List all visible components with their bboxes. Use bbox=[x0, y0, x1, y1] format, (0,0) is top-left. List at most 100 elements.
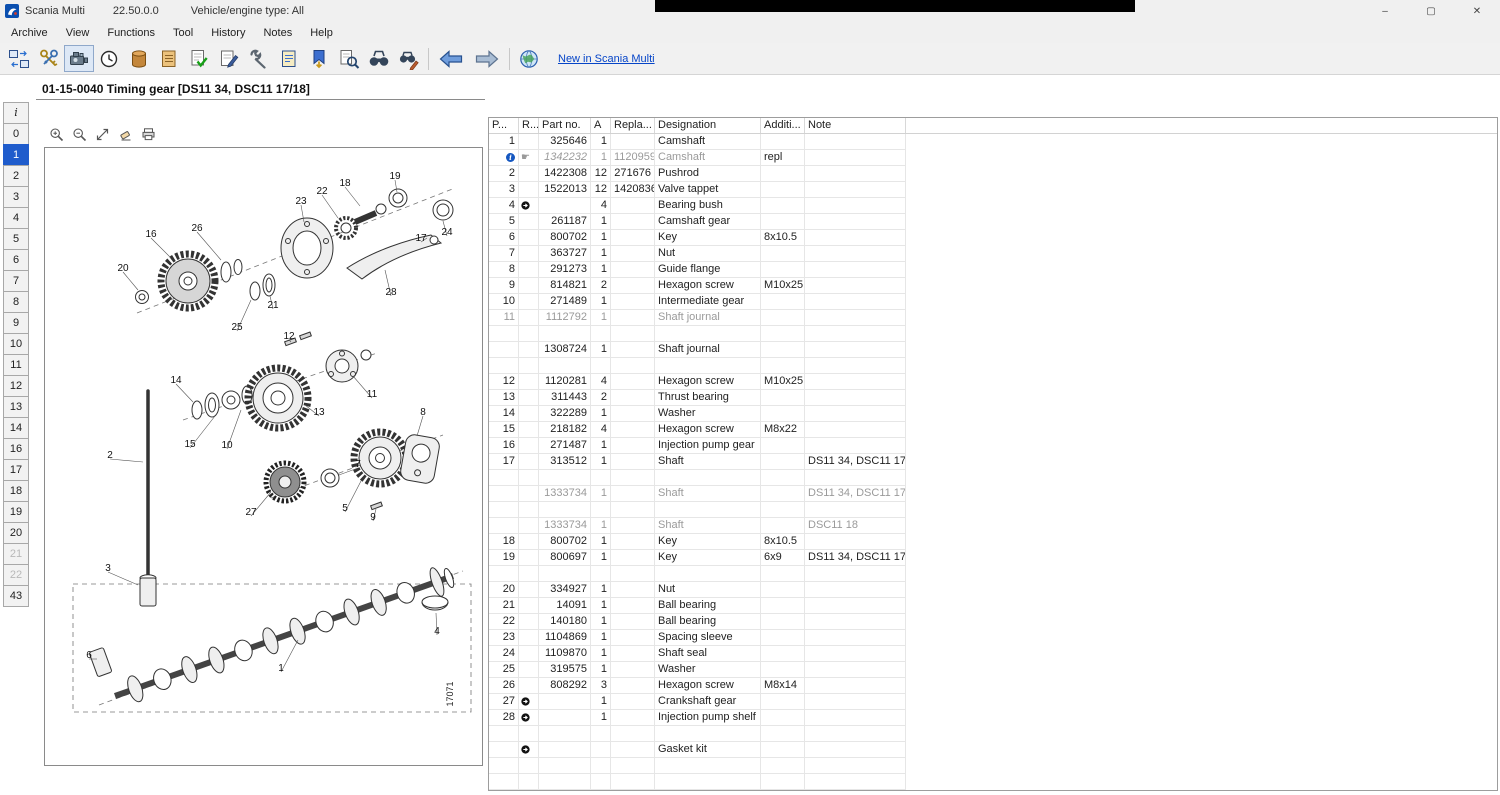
table-row[interactable]: 152181824Hexagon screwM8x22 bbox=[489, 422, 906, 438]
column-header-repla[interactable]: Repla... bbox=[611, 118, 655, 133]
document-search-icon[interactable] bbox=[334, 45, 364, 72]
menu-history[interactable]: History bbox=[202, 25, 254, 41]
menu-notes[interactable]: Notes bbox=[254, 25, 301, 41]
sidebar-page-8[interactable]: 8 bbox=[3, 291, 29, 313]
table-row[interactable]: 221401801Ball bearing bbox=[489, 614, 906, 630]
table-row[interactable]: 44Bearing bush bbox=[489, 198, 906, 214]
table-row[interactable]: 2411098701Shaft seal bbox=[489, 646, 906, 662]
table-row[interactable] bbox=[489, 726, 906, 742]
table-row[interactable]: i☛134223211120959Camshaftrepl bbox=[489, 150, 906, 166]
sidebar-page-3[interactable]: 3 bbox=[3, 186, 29, 208]
zoom-out-icon[interactable] bbox=[71, 126, 88, 143]
drum-icon[interactable] bbox=[124, 45, 154, 72]
table-row[interactable] bbox=[489, 774, 906, 790]
table-row[interactable]: 13337341ShaftDSC11 18 bbox=[489, 518, 906, 534]
sidebar-page-13[interactable]: 13 bbox=[3, 396, 29, 418]
bookmark-icon[interactable] bbox=[304, 45, 334, 72]
sidebar-page-18[interactable]: 18 bbox=[3, 480, 29, 502]
sidebar-page-6[interactable]: 6 bbox=[3, 249, 29, 271]
print-icon[interactable] bbox=[140, 126, 157, 143]
table-row[interactable]: 82912731Guide flange bbox=[489, 262, 906, 278]
table-row[interactable]: 31522013121420836Valve tappet bbox=[489, 182, 906, 198]
table-row[interactable]: 21140911Ball bearing bbox=[489, 598, 906, 614]
assembly-icon[interactable] bbox=[519, 694, 539, 709]
table-row[interactable] bbox=[489, 502, 906, 518]
column-header-a[interactable]: A bbox=[591, 118, 611, 133]
sidebar-page-17[interactable]: 17 bbox=[3, 459, 29, 481]
sidebar-page-7[interactable]: 7 bbox=[3, 270, 29, 292]
sidebar-page-16[interactable]: 16 bbox=[3, 438, 29, 460]
menu-tool[interactable]: Tool bbox=[164, 25, 202, 41]
sidebar-page-9[interactable]: 9 bbox=[3, 312, 29, 334]
table-row[interactable]: 173135121ShaftDS11 34, DSC11 17 bbox=[489, 454, 906, 470]
column-header-note[interactable]: Note bbox=[805, 118, 906, 133]
sidebar-page-4[interactable]: 4 bbox=[3, 207, 29, 229]
globe-icon[interactable] bbox=[514, 45, 544, 72]
sidebar-page-21[interactable]: 21 bbox=[3, 543, 29, 565]
assembly-icon[interactable] bbox=[519, 198, 539, 213]
sidebar-page-20[interactable]: 20 bbox=[3, 522, 29, 544]
info-icon[interactable]: i bbox=[506, 153, 515, 162]
table-row[interactable]: 2311048691Spacing sleeve bbox=[489, 630, 906, 646]
sidebar-page-11[interactable]: 11 bbox=[3, 354, 29, 376]
sidebar-page-2[interactable]: 2 bbox=[3, 165, 29, 187]
document-check-icon[interactable] bbox=[184, 45, 214, 72]
column-header-r[interactable]: R... bbox=[519, 118, 539, 133]
zoom-in-icon[interactable] bbox=[48, 126, 65, 143]
wrench-icon[interactable] bbox=[244, 45, 274, 72]
table-row[interactable]: 1111127921Shaft journal bbox=[489, 310, 906, 326]
assembly-icon[interactable] bbox=[519, 742, 539, 757]
eraser-icon[interactable] bbox=[117, 126, 134, 143]
menu-view[interactable]: View bbox=[57, 25, 99, 41]
column-header-part-no[interactable]: Part no. bbox=[539, 118, 591, 133]
assembly-icon[interactable] bbox=[519, 710, 539, 725]
table-row[interactable]: 52611871Camshaft gear bbox=[489, 214, 906, 230]
table-row[interactable]: 1211202814Hexagon screwM10x25 bbox=[489, 374, 906, 390]
sidebar-page-i[interactable]: i bbox=[3, 102, 29, 124]
table-row[interactable]: 98148212Hexagon screwM10x25 bbox=[489, 278, 906, 294]
table-row[interactable]: 2142230812271676Pushrod bbox=[489, 166, 906, 182]
exchange-parts-icon[interactable] bbox=[4, 45, 34, 72]
table-row[interactable] bbox=[489, 358, 906, 374]
table-row[interactable] bbox=[489, 470, 906, 486]
sidebar-page-19[interactable]: 19 bbox=[3, 501, 29, 523]
sidebar-page-10[interactable]: 10 bbox=[3, 333, 29, 355]
sidebar-page-0[interactable]: 0 bbox=[3, 123, 29, 145]
table-row[interactable] bbox=[489, 566, 906, 582]
sidebar-page-5[interactable]: 5 bbox=[3, 228, 29, 250]
table-row[interactable]: 203349271Nut bbox=[489, 582, 906, 598]
sidebar-page-14[interactable]: 14 bbox=[3, 417, 29, 439]
document-edit-icon[interactable] bbox=[214, 45, 244, 72]
table-row[interactable]: 143222891Washer bbox=[489, 406, 906, 422]
document-icon[interactable] bbox=[154, 45, 184, 72]
table-row[interactable]: 133114432Thrust bearing bbox=[489, 390, 906, 406]
menu-archive[interactable]: Archive bbox=[2, 25, 57, 41]
table-row[interactable]: 281Injection pump shelf bbox=[489, 710, 906, 726]
table-row[interactable]: 68007021Key8x10.5 bbox=[489, 230, 906, 246]
binoculars-icon[interactable] bbox=[364, 45, 394, 72]
table-row[interactable]: 253195751Washer bbox=[489, 662, 906, 678]
table-row[interactable]: 13256461Camshaft bbox=[489, 134, 906, 150]
minimize-button[interactable]: – bbox=[1362, 0, 1408, 22]
column-header-p[interactable]: P... bbox=[489, 118, 519, 133]
binoculars-edit-icon[interactable] bbox=[394, 45, 424, 72]
back-icon[interactable] bbox=[433, 45, 469, 72]
column-header-additi[interactable]: Additi... bbox=[761, 118, 805, 133]
forward-icon[interactable] bbox=[469, 45, 505, 72]
table-row[interactable]: 13337341ShaftDS11 34, DSC11 17 bbox=[489, 486, 906, 502]
table-row[interactable]: 188007021Key8x10.5 bbox=[489, 534, 906, 550]
keys-icon[interactable] bbox=[34, 45, 64, 72]
table-row[interactable]: 162714871Injection pump gear bbox=[489, 438, 906, 454]
engine-icon[interactable] bbox=[64, 45, 94, 72]
sidebar-page-22[interactable]: 22 bbox=[3, 564, 29, 586]
table-row[interactable]: 73637271Nut bbox=[489, 246, 906, 262]
table-row[interactable]: 271Crankshaft gear bbox=[489, 694, 906, 710]
menu-functions[interactable]: Functions bbox=[98, 25, 164, 41]
table-row[interactable] bbox=[489, 326, 906, 342]
column-header-designation[interactable]: Designation bbox=[655, 118, 761, 133]
table-row[interactable] bbox=[489, 758, 906, 774]
table-row[interactable]: 102714891Intermediate gear bbox=[489, 294, 906, 310]
sidebar-page-43[interactable]: 43 bbox=[3, 585, 29, 607]
menu-help[interactable]: Help bbox=[301, 25, 342, 41]
table-row[interactable]: 13087241Shaft journal bbox=[489, 342, 906, 358]
